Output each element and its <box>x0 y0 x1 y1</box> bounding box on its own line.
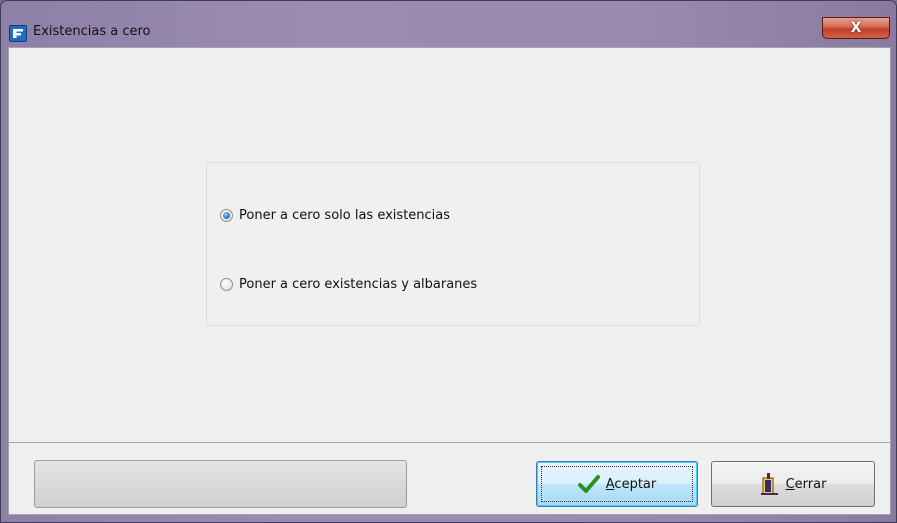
app-logo-icon <box>9 25 27 42</box>
option-label: Poner a cero existencias y albaranes <box>239 277 478 292</box>
close-label: Cerrar <box>785 476 827 492</box>
window-close-button[interactable]: X <box>822 17 890 39</box>
radio-selected-icon[interactable] <box>220 209 233 222</box>
dialog-footer: Aceptar Cerrar <box>8 443 891 515</box>
exit-door-icon <box>760 472 780 496</box>
close-icon: X <box>850 20 862 36</box>
option-zero-stock-and-delivery-notes[interactable]: Poner a cero existencias y albaranes <box>220 277 477 292</box>
dialog-body: Poner a cero solo las existencias Poner … <box>8 47 891 443</box>
window-title: Existencias a cero <box>33 24 151 39</box>
option-label: Poner a cero solo las existencias <box>239 208 451 223</box>
title-bar[interactable]: Existencias a cero X <box>1 1 896 47</box>
status-panel <box>34 460 407 508</box>
radio-unselected-icon[interactable] <box>220 278 233 291</box>
close-button[interactable]: Cerrar <box>711 461 875 507</box>
options-group: Poner a cero solo las existencias Poner … <box>206 162 700 326</box>
checkmark-icon <box>577 474 600 494</box>
dialog-window: Existencias a cero X Poner a cero solo l… <box>0 0 897 523</box>
accept-button[interactable]: Aceptar <box>536 461 698 507</box>
option-zero-stock-only[interactable]: Poner a cero solo las existencias <box>220 208 450 223</box>
accept-label: Aceptar <box>605 476 657 492</box>
